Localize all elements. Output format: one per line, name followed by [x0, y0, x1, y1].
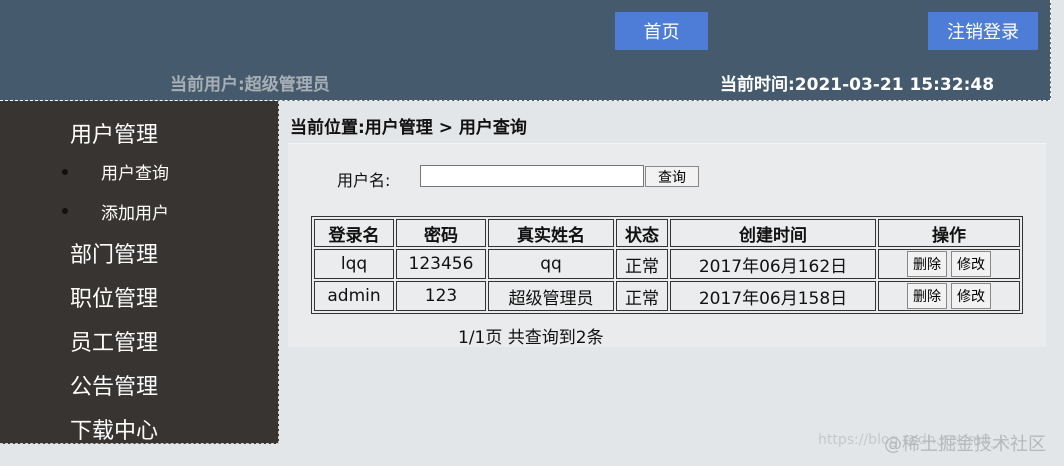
cell-actions: 删除 修改 — [878, 249, 1020, 279]
sidebar-item-notice-management[interactable]: 公告管理 — [70, 369, 158, 401]
column-header-actions: 操作 — [878, 219, 1020, 247]
sidebar-subitem-add-user[interactable]: 添加用户 — [101, 199, 169, 224]
cell-status: 正常 — [616, 281, 668, 311]
current-time-text: 当前时间:2021-03-21 15:32:48 — [720, 75, 995, 95]
cell-real-name: qq — [488, 249, 614, 279]
top-header: 首页 注销登录 当前用户:超级管理员 当前时间:2021-03-21 15:32… — [0, 0, 1051, 101]
query-button[interactable]: 查询 — [645, 166, 699, 187]
cell-created: 2017年06月162日 — [670, 249, 876, 279]
edit-button[interactable]: 修改 — [951, 283, 991, 309]
cell-login: lqq — [314, 249, 394, 279]
cell-password: 123 — [396, 281, 486, 311]
cell-actions: 删除 修改 — [878, 281, 1020, 311]
table-header-row: 登录名 密码 真实姓名 状态 创建时间 操作 — [314, 219, 1020, 247]
sidebar-item-department-management[interactable]: 部门管理 — [70, 237, 158, 269]
sidebar-item-user-management[interactable]: 用户管理 — [70, 117, 158, 149]
delete-button[interactable]: 删除 — [907, 251, 947, 277]
username-search-input[interactable] — [420, 165, 644, 187]
sidebar-item-employee-management[interactable]: 员工管理 — [70, 325, 158, 357]
column-header-password: 密码 — [396, 219, 486, 247]
current-user-text: 当前用户:超级管理员 — [170, 75, 330, 95]
table-row: lqq 123456 qq 正常 2017年06月162日 删除 修改 — [314, 249, 1020, 279]
cell-password: 123456 — [396, 249, 486, 279]
bullet-icon — [62, 169, 68, 175]
pagination-info: 1/1页 共查询到2条 — [458, 328, 604, 348]
breadcrumb: 当前位置:用户管理 > 用户查询 — [290, 118, 527, 138]
sidebar: 用户管理 用户查询 添加用户 部门管理 职位管理 员工管理 公告管理 下载中心 — [0, 101, 279, 444]
watermark-brand: @稀土掘金技术社区 — [884, 434, 1046, 455]
sidebar-subitem-user-query[interactable]: 用户查询 — [101, 159, 169, 184]
column-header-login: 登录名 — [314, 219, 394, 247]
edit-button[interactable]: 修改 — [951, 251, 991, 277]
bullet-icon — [62, 208, 68, 214]
home-button[interactable]: 首页 — [615, 12, 708, 50]
cell-status: 正常 — [616, 249, 668, 279]
cell-real-name: 超级管理员 — [488, 281, 614, 311]
column-header-status: 状态 — [616, 219, 668, 247]
column-header-real-name: 真实姓名 — [488, 219, 614, 247]
user-table: 登录名 密码 真实姓名 状态 创建时间 操作 lqq 123456 qq 正常 … — [311, 216, 1023, 314]
table-row: admin 123 超级管理员 正常 2017年06月158日 删除 修改 — [314, 281, 1020, 311]
logout-button[interactable]: 注销登录 — [928, 12, 1038, 50]
delete-button[interactable]: 删除 — [907, 283, 947, 309]
username-label: 用户名: — [337, 171, 391, 190]
column-header-created: 创建时间 — [670, 219, 876, 247]
cell-created: 2017年06月158日 — [670, 281, 876, 311]
cell-login: admin — [314, 281, 394, 311]
sidebar-item-position-management[interactable]: 职位管理 — [70, 281, 158, 313]
sidebar-item-download-center[interactable]: 下载中心 — [70, 413, 158, 443]
